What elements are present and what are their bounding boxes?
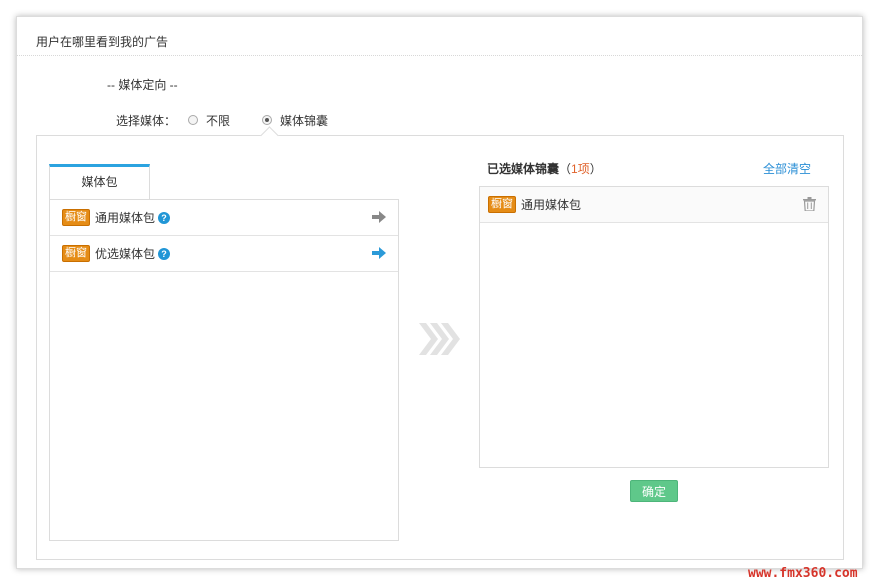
media-select-label: 选择媒体： [116,113,177,128]
selected-count: 1项 [571,162,590,176]
trash-icon[interactable] [803,197,816,211]
list-item-label: 优选媒体包 [95,247,156,261]
selected-title-text: 已选媒体锦囊 [487,162,560,176]
count-close-paren: ） [589,162,602,176]
confirm-button[interactable]: 确定 [630,480,678,502]
list-item-label: 通用媒体包 [521,198,582,212]
selected-media-list: 橱窗 通用媒体包 [479,186,829,468]
list-item[interactable]: 橱窗 优选媒体包 ? [50,236,398,272]
available-media-list: 橱窗 通用媒体包 ? 橱窗 优选媒体包 ? [49,199,399,541]
radio-unlimited[interactable]: 不限 [188,112,230,129]
transfer-chevrons-icon [419,323,460,355]
help-icon[interactable]: ? [158,247,171,260]
radio-unlimited-label: 不限 [206,113,231,128]
dialog-frame: 用户在哪里看到我的广告 -- 媒体定向 -- 选择媒体： 不限 媒体锦囊 媒体包… [16,16,863,569]
count-open-paren: （ [559,162,572,176]
selected-title: 已选媒体锦囊（1项） [487,160,602,177]
dialog-title: 用户在哪里看到我的广告 [36,35,169,49]
arrow-right-icon[interactable] [372,211,386,223]
dialog-header: 用户在哪里看到我的广告 [17,17,862,56]
media-select-row: 选择媒体： 不限 媒体锦囊 [116,111,360,129]
window-badge: 橱窗 [62,245,90,262]
radio-media-pack-label: 媒体锦囊 [280,113,329,128]
tab-media-pack[interactable]: 媒体包 [49,164,150,199]
window-badge: 橱窗 [488,196,516,213]
panel-caret [260,126,279,145]
list-item-label: 通用媒体包 [95,211,156,225]
window-badge: 橱窗 [62,209,90,226]
help-icon[interactable]: ? [158,211,171,224]
section-label: -- 媒体定向 -- [107,78,178,92]
radio-media-pack[interactable]: 媒体锦囊 [262,112,328,129]
clear-all-link[interactable]: 全部清空 [763,160,811,177]
list-item: 橱窗 通用媒体包 [480,187,828,223]
radio-media-pack-circle[interactable] [262,115,273,125]
media-panel: 媒体包 橱窗 通用媒体包 ? 橱窗 优选媒体包 ? 已选媒体锦囊（1项） 全部清… [36,126,844,560]
arrow-right-icon[interactable] [372,247,386,259]
list-item[interactable]: 橱窗 通用媒体包 ? [50,200,398,236]
watermark: www.fmx360.com [748,566,858,581]
radio-unlimited-circle[interactable] [188,115,199,125]
